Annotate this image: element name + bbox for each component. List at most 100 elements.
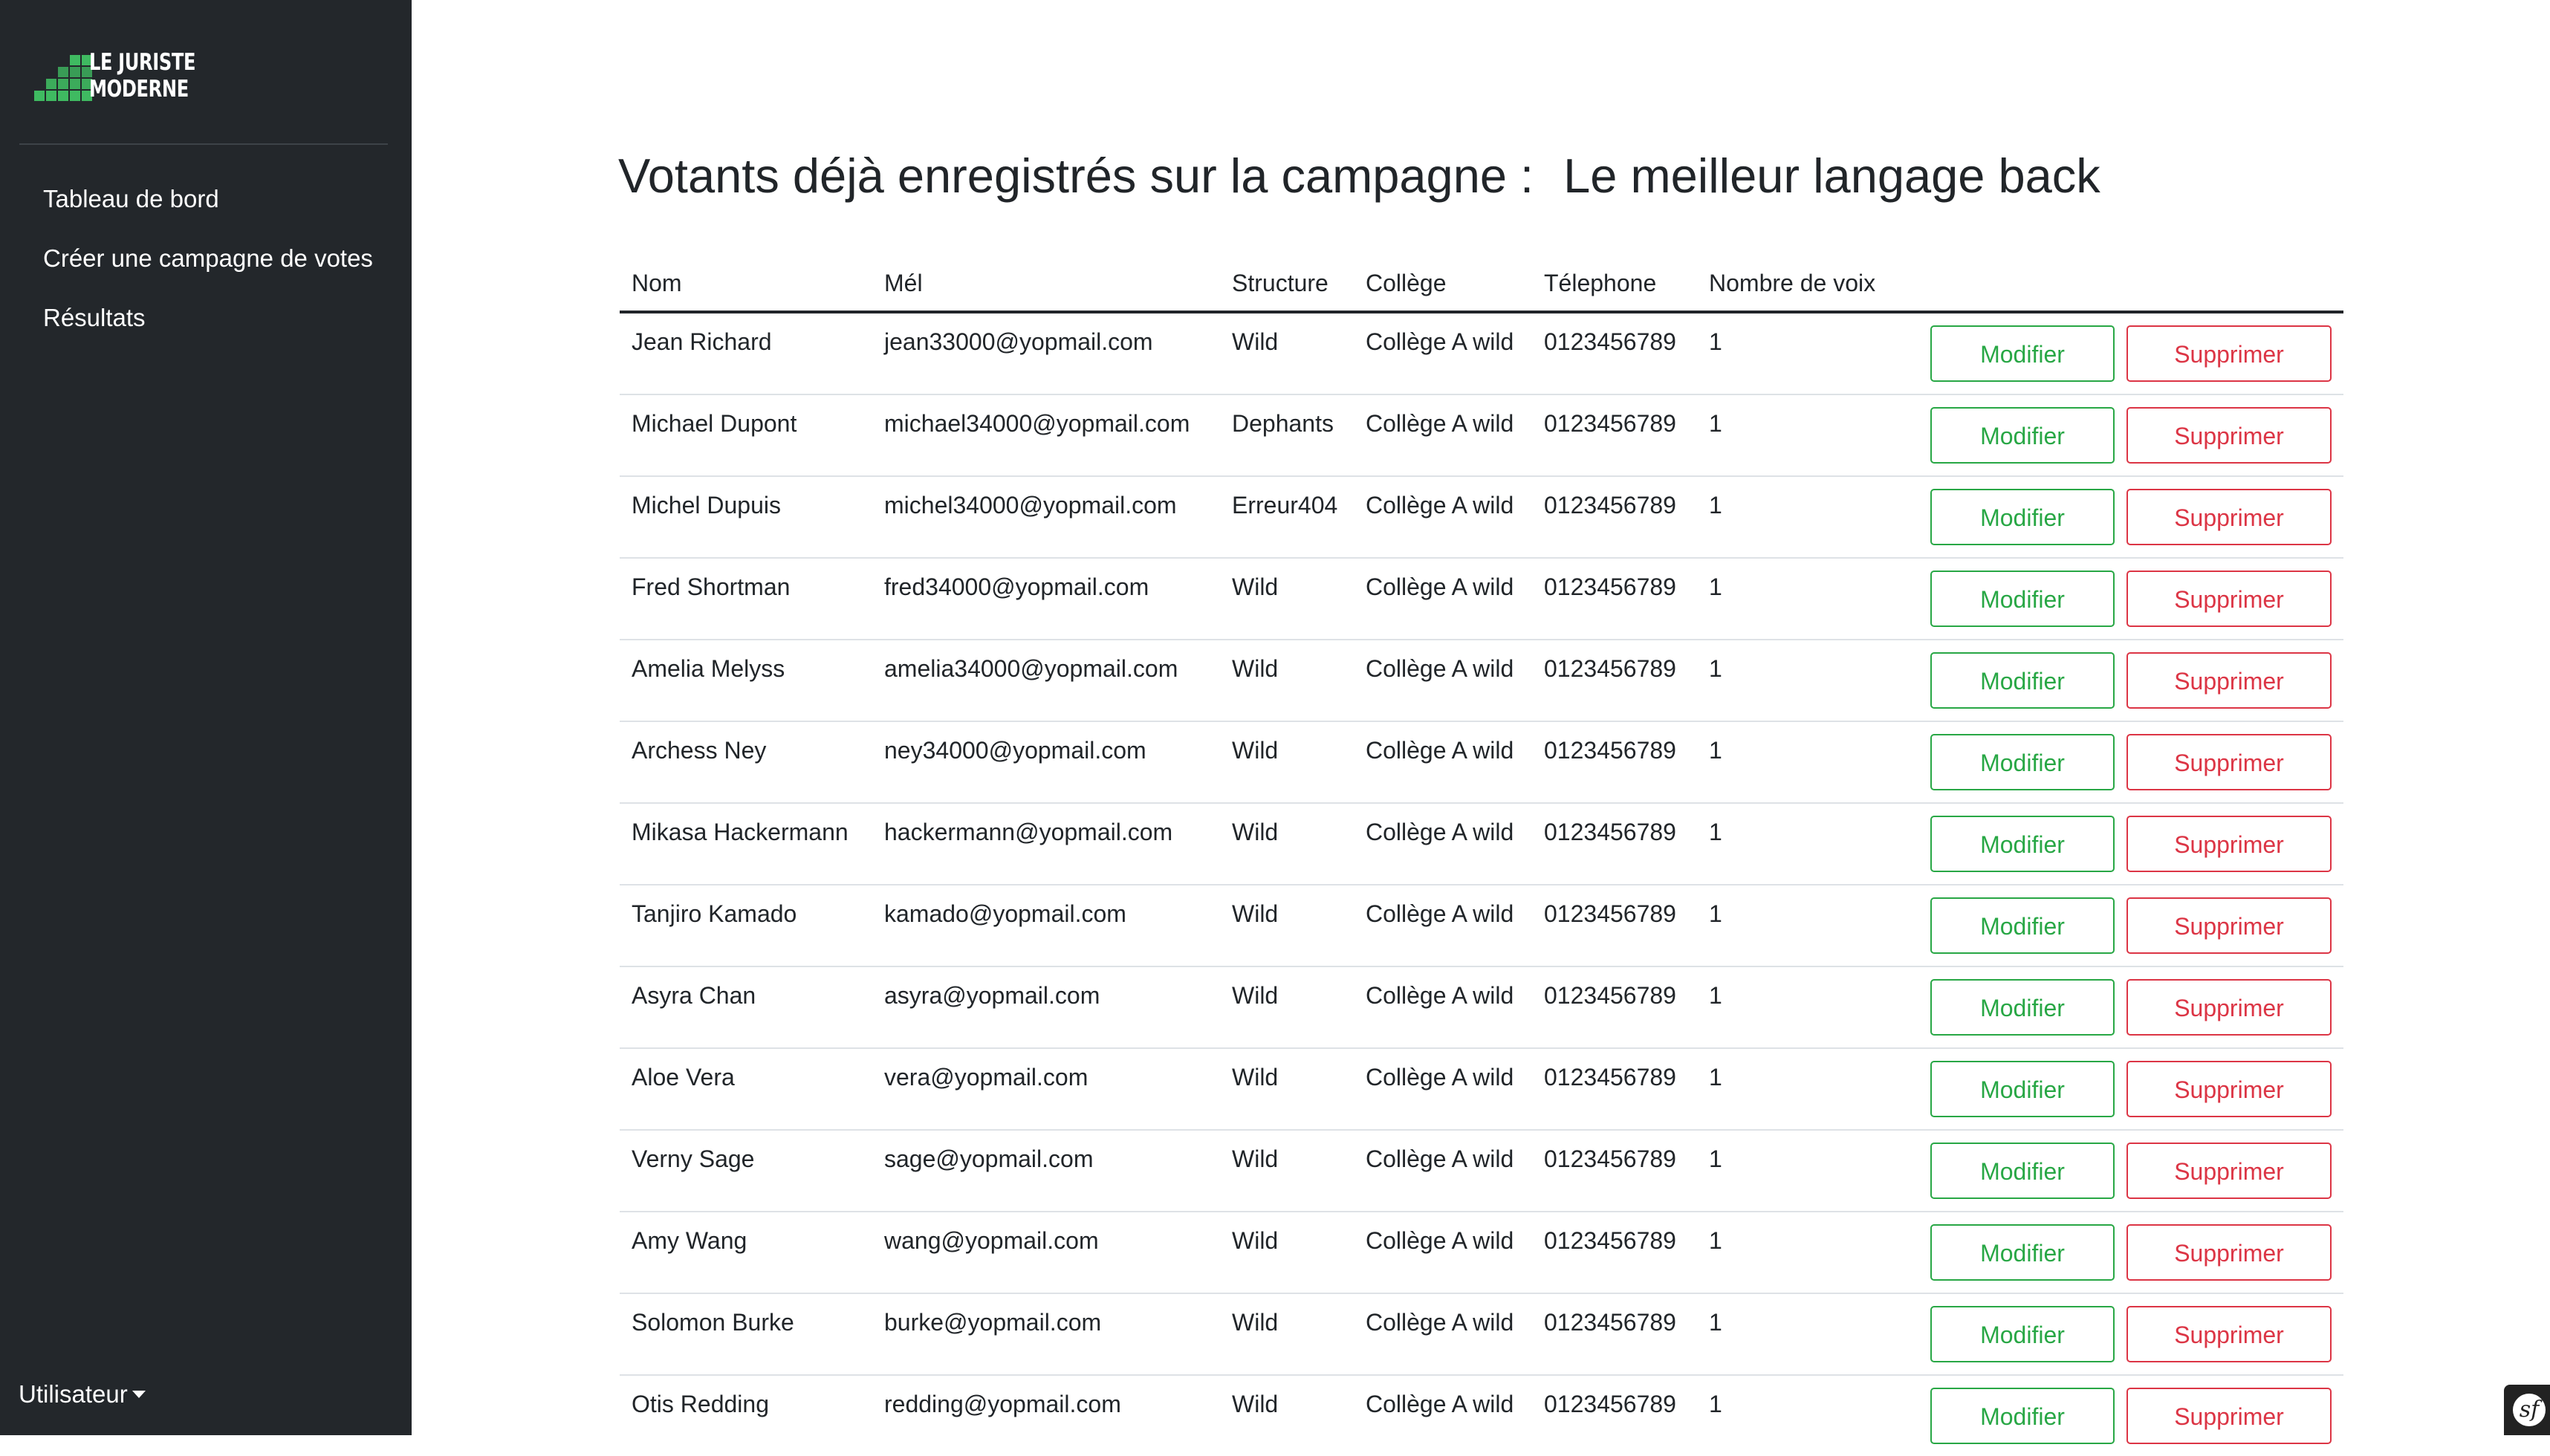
brand-logo[interactable]: LE JURISTE MODERNE	[34, 49, 198, 105]
cell-college: Collège A wild	[1354, 1047, 1532, 1130]
delete-button[interactable]: Supprimer	[2126, 652, 2332, 709]
delete-button[interactable]: Supprimer	[2126, 1388, 2332, 1444]
cell-college: Collège A wild	[1354, 802, 1532, 885]
logo-square	[46, 79, 56, 89]
delete-button[interactable]: Supprimer	[2126, 1143, 2332, 1199]
logo-square	[58, 67, 68, 77]
sidebar-item-results[interactable]: Résultats	[43, 297, 373, 357]
column-header-phone: Télephone	[1532, 256, 1697, 313]
cell-votes: 1	[1697, 966, 1890, 1048]
cell-actions: Modifier Supprimer	[1890, 312, 2343, 394]
cell-name: Amy Wang	[620, 1211, 872, 1293]
delete-button[interactable]: Supprimer	[2126, 325, 2332, 382]
cell-votes: 1	[1709, 328, 1722, 355]
table-row: Jean Richard jean33000@yopmail.com Wild Col…	[620, 312, 2343, 394]
modify-button[interactable]: Modifier	[1930, 734, 2115, 790]
delete-button[interactable]: Supprimer	[2126, 489, 2332, 545]
cell-email: kamado@yopmail.com	[872, 884, 1220, 966]
cell-email: michel34000@yopmail.com	[872, 475, 1220, 558]
logo-square	[34, 91, 45, 101]
table-row: Amy Wang wang@yopmail.com Wild Collège A wi…	[620, 1211, 2343, 1293]
delete-button[interactable]: Supprimer	[2126, 1061, 2332, 1117]
modify-button[interactable]: Modifier	[1930, 571, 2115, 627]
cell-email: redding@yopmail.com	[872, 1374, 1220, 1456]
cell-structure: Wild	[1220, 557, 1354, 640]
cell-college: Collège A wild	[1354, 966, 1532, 1048]
cell-name: Michel Dupuis	[620, 475, 872, 558]
cell-name: Aloe Vera	[620, 1047, 872, 1130]
cell-name: Solomon Burke	[620, 1293, 872, 1375]
page-title-prefix: Votants déjà enregistrés sur la campagne…	[618, 149, 1534, 203]
cell-votes: 1	[1697, 1047, 1890, 1130]
sidebar-item-create-campaign[interactable]: Créer une campagne de votes	[43, 238, 373, 297]
cell-votes: 1	[1697, 1374, 1890, 1456]
cell-college: Collège A wild	[1354, 557, 1532, 640]
delete-button[interactable]: Supprimer	[2126, 816, 2332, 872]
sidebar-divider	[19, 143, 388, 145]
modify-button[interactable]: Modifier	[1930, 897, 2115, 954]
table-row: Solomon Burke burke@yopmail.com Wild Collèg…	[620, 1293, 2343, 1375]
modify-button[interactable]: Modifier	[1930, 325, 2115, 382]
brand-line-2: MODERNE	[89, 76, 189, 103]
cell-email: fred34000@yopmail.com	[872, 557, 1220, 640]
modify-button[interactable]: Modifier	[1930, 489, 2115, 545]
cell-votes: 1	[1697, 557, 1890, 640]
cell-structure: Wild	[1232, 328, 1279, 355]
cell-structure: Wild	[1220, 884, 1354, 966]
cell-email: sage@yopmail.com	[872, 1129, 1220, 1212]
caret-down-icon	[132, 1391, 146, 1399]
cell-actions: Modifier Supprimer	[1890, 1129, 2343, 1212]
cell-name: Jean Richard	[632, 328, 772, 355]
delete-button[interactable]: Supprimer	[2126, 979, 2332, 1036]
cell-phone: 0123456789	[1532, 721, 1697, 803]
modify-button[interactable]: Modifier	[1930, 1224, 2115, 1281]
cell-college: Collège A wild	[1354, 1374, 1532, 1456]
modify-button[interactable]: Modifier	[1930, 1143, 2115, 1199]
logo-square	[58, 79, 68, 89]
campaign-name: Le meilleur langage back	[1563, 149, 2100, 203]
cell-name: Michael Dupont	[620, 394, 872, 476]
column-header-email: Mél	[872, 256, 1220, 313]
modify-button[interactable]: Modifier	[1930, 1306, 2115, 1362]
modify-button[interactable]: Modifier	[1930, 652, 2115, 709]
cell-name: Verny Sage	[620, 1129, 872, 1212]
cell-actions: Modifier Supprimer	[1890, 721, 2343, 803]
cell-name: Asyra Chan	[620, 966, 872, 1048]
logo-square	[70, 67, 80, 77]
modify-button[interactable]: Modifier	[1930, 407, 2115, 464]
symfony-icon: sf	[2513, 1394, 2546, 1426]
column-header-actions	[1890, 256, 2343, 313]
cell-college: Collège A wild	[1354, 1129, 1532, 1212]
cell-phone: 0123456789	[1532, 1211, 1697, 1293]
delete-button[interactable]: Supprimer	[2126, 734, 2332, 790]
symfony-debug-toolbar[interactable]: sf	[2504, 1385, 2550, 1435]
modify-button[interactable]: Modifier	[1930, 1061, 2115, 1117]
sidebar-item-dashboard[interactable]: Tableau de bord	[43, 178, 373, 238]
cell-college: Collège A wild	[1354, 721, 1532, 803]
user-menu-label: Utilisateur	[19, 1380, 128, 1408]
cell-college: Collège A wild	[1354, 394, 1532, 476]
cell-votes: 1	[1697, 721, 1890, 803]
cell-actions: Modifier Supprimer	[1890, 639, 2343, 721]
cell-college: Collège A wild	[1366, 328, 1514, 355]
cell-structure: Wild	[1220, 721, 1354, 803]
modify-button[interactable]: Modifier	[1930, 1388, 2115, 1444]
delete-button[interactable]: Supprimer	[2126, 1306, 2332, 1362]
delete-button[interactable]: Supprimer	[2126, 407, 2332, 464]
modify-button[interactable]: Modifier	[1930, 979, 2115, 1036]
brand-name: LE JURISTE MODERNE	[89, 49, 196, 103]
brand-line-1: LE JURISTE	[89, 49, 196, 76]
logo-square	[70, 79, 80, 89]
table-row: Michel Dupuis michel34000@yopmail.com Erre…	[620, 475, 2343, 558]
delete-button[interactable]: Supprimer	[2126, 571, 2332, 627]
cell-structure: Wild	[1220, 1211, 1354, 1293]
modify-button[interactable]: Modifier	[1930, 816, 2115, 872]
user-menu-dropdown[interactable]: Utilisateur	[19, 1377, 146, 1411]
table-row: Michael Dupont michael34000@yopmail.com De…	[620, 394, 2343, 476]
delete-button[interactable]: Supprimer	[2126, 1224, 2332, 1281]
cell-college: Collège A wild	[1354, 475, 1532, 558]
delete-button[interactable]: Supprimer	[2126, 897, 2332, 954]
logo-square	[70, 91, 80, 101]
cell-name: Fred Shortman	[620, 557, 872, 640]
cell-phone: 0123456789	[1532, 1374, 1697, 1456]
